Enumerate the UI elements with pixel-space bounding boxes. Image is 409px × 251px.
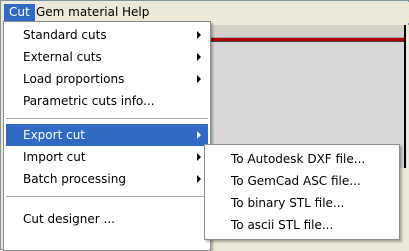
canvas-toolbar-strip: [211, 25, 404, 38]
menu-item-parametric-cuts-info[interactable]: Parametric cuts info...: [6, 90, 208, 112]
export-cut-submenu: To Autodesk DXF file... To GemCad ASC fi…: [204, 144, 400, 240]
menu-item-export-binary-stl[interactable]: To binary STL file...: [207, 192, 397, 214]
menu-item-label: To ascii STL file...: [231, 218, 334, 232]
menu-item-label: Standard cuts: [23, 28, 107, 42]
menu-item-label: External cuts: [23, 50, 102, 64]
application-window: Cut Gem material Help Standard cuts Exte…: [0, 0, 409, 251]
cut-menu: Standard cuts External cuts Load proport…: [3, 21, 211, 251]
menu-item-export-cut[interactable]: Export cut: [6, 124, 208, 146]
menu-item-label: Import cut: [23, 150, 86, 164]
submenu-arrow-icon: [197, 31, 201, 39]
menu-item-label: Export cut: [23, 128, 86, 142]
menu-item-label: Cut designer ...: [23, 212, 115, 226]
menu-item-load-proportions[interactable]: Load proportions: [6, 68, 208, 90]
canvas-edge: [404, 25, 406, 168]
menu-item-external-cuts[interactable]: External cuts: [6, 46, 208, 68]
menu-bar: Cut Gem material Help: [2, 2, 409, 23]
menu-item-label: To binary STL file...: [231, 196, 345, 210]
menu-gem-material[interactable]: Gem material: [31, 4, 123, 21]
submenu-arrow-icon: [197, 131, 201, 139]
menu-item-export-asc[interactable]: To GemCad ASC file...: [207, 170, 397, 192]
menu-item-label: Batch processing: [23, 172, 126, 186]
menu-item-export-ascii-stl[interactable]: To ascii STL file...: [207, 214, 397, 236]
menu-item-export-dxf[interactable]: To Autodesk DXF file...: [207, 148, 397, 170]
menu-item-import-cut[interactable]: Import cut: [6, 146, 208, 168]
menu-item-label: To Autodesk DXF file...: [231, 152, 366, 166]
menu-item-standard-cuts[interactable]: Standard cuts: [6, 24, 208, 46]
menu-item-label: To GemCad ASC file...: [231, 174, 361, 188]
menu-separator: [6, 196, 208, 197]
submenu-arrow-icon: [197, 75, 201, 83]
submenu-arrow-icon: [197, 153, 201, 161]
menu-item-label: Parametric cuts info...: [23, 94, 155, 108]
menu-item-cut-designer[interactable]: Cut designer ...: [6, 208, 208, 230]
submenu-arrow-icon: [197, 175, 201, 183]
menu-item-label: Load proportions: [23, 72, 125, 86]
submenu-arrow-icon: [197, 53, 201, 61]
menu-separator: [6, 118, 208, 119]
menu-item-batch-processing[interactable]: Batch processing: [6, 168, 208, 190]
menu-help[interactable]: Help: [117, 4, 154, 21]
